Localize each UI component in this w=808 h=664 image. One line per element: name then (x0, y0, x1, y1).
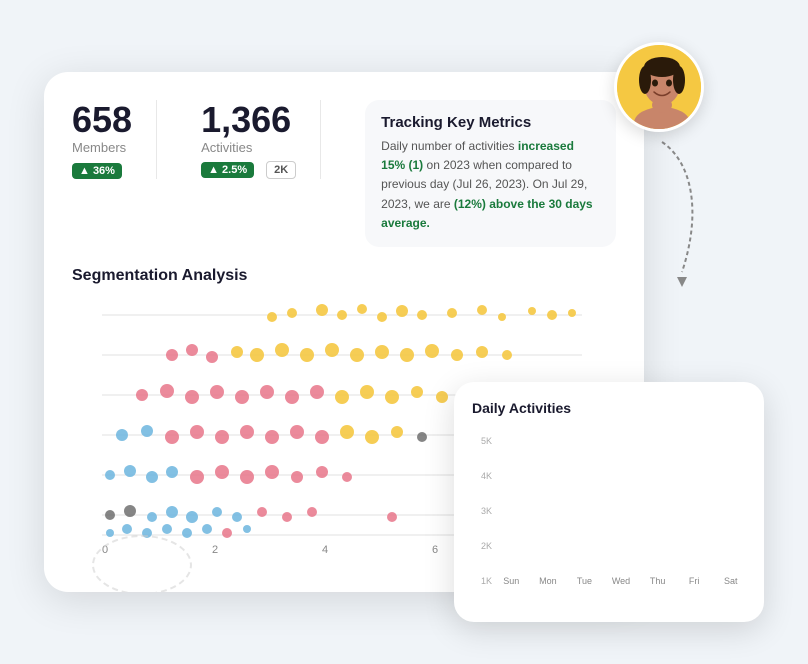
bar-column: Sun (496, 573, 527, 586)
bar-column: Mon (533, 573, 564, 586)
members-badge: ▲ 36% (72, 163, 122, 179)
members-number: 658 (72, 100, 132, 140)
bar-day-label: Thu (650, 576, 666, 586)
bar-column: Wed (606, 573, 637, 586)
bar-column: Thu (642, 573, 673, 586)
bar-day-label: Wed (612, 576, 630, 586)
bar-column: Fri (679, 573, 710, 586)
tracking-title: Tracking Key Metrics (381, 114, 600, 131)
bar-column: Sat (715, 573, 746, 586)
svg-text:6: 6 (432, 544, 438, 556)
activities-number: 1,366 (201, 100, 296, 140)
activities-chart: 5K 4K 3K 2K 1K Sun Mon Tue Wed Thu Fri Sat (472, 426, 746, 586)
bar-day-label: Sun (503, 576, 519, 586)
dashed-decoration (92, 535, 192, 592)
bar-day-label: Sat (724, 576, 738, 586)
activities-badge2: 2K (266, 161, 296, 179)
bar-day-label: Tue (577, 576, 592, 586)
tracking-box: Tracking Key Metrics Daily number of act… (365, 100, 616, 247)
svg-text:4: 4 (322, 544, 328, 556)
avatar (614, 42, 704, 132)
bar-day-label: Mon (539, 576, 557, 586)
arrow-decoration (632, 132, 712, 292)
members-stat: 658 Members ▲ 36% (72, 100, 157, 179)
y-axis: 5K 4K 3K 2K 1K (472, 436, 496, 586)
members-label: Members (72, 140, 132, 155)
chart-area: Sun Mon Tue Wed Thu Fri Sat (496, 436, 746, 586)
scene: 658 Members ▲ 36% 1,366 Activities ▲ 2.5… (44, 42, 764, 622)
tracking-text: Daily number of activities increased 15%… (381, 137, 600, 233)
activities-label: Activities (201, 140, 296, 155)
segmentation-title: Segmentation Analysis (72, 267, 616, 285)
activities-stat: 1,366 Activities ▲ 2.5% 2K (201, 100, 321, 179)
activities-card: Daily Activities 5K 4K 3K 2K 1K Sun Mon Tu… (454, 382, 764, 622)
activities-card-title: Daily Activities (472, 400, 746, 416)
stats-and-tracking: 658 Members ▲ 36% 1,366 Activities ▲ 2.5… (72, 100, 616, 247)
bar-column: Tue (569, 573, 600, 586)
svg-text:2: 2 (212, 544, 218, 556)
bar-day-label: Fri (689, 576, 700, 586)
activities-badge: ▲ 2.5% (201, 162, 254, 178)
